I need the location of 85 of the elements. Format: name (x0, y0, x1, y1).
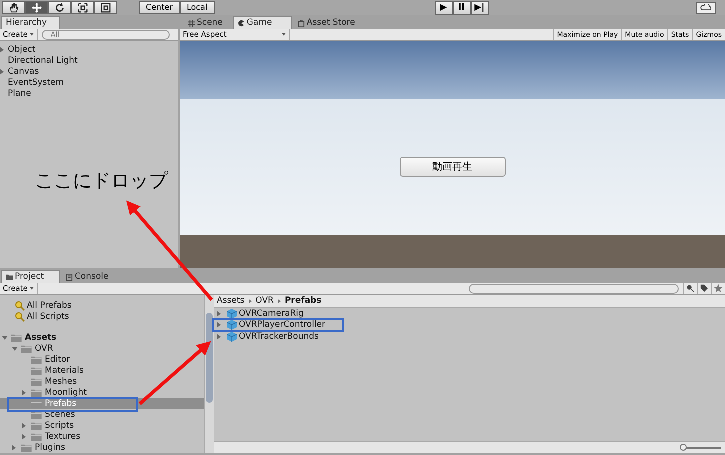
filter-icon[interactable] (683, 283, 697, 294)
folder-item[interactable]: Scenes (45, 410, 76, 420)
expand-arrow-icon[interactable] (22, 434, 26, 440)
play-video-button[interactable]: 動画再生 (400, 157, 506, 177)
breadcrumb-item[interactable]: OVR (256, 296, 274, 306)
expand-arrow-icon[interactable] (2, 336, 8, 340)
tool-button[interactable] (94, 1, 117, 14)
rotate-icon (54, 2, 64, 12)
hierarchy-item[interactable]: Plane (8, 88, 32, 98)
pacman-icon (238, 20, 245, 26)
breadcrumb-item[interactable]: Prefabs (284, 296, 322, 306)
hierarchy-tab[interactable]: Hierarchy (1, 16, 60, 29)
console-icon (66, 274, 73, 280)
folder-item[interactable]: Moonlight (45, 388, 87, 398)
folder-item[interactable]: Textures (45, 432, 81, 442)
hierarchy-item[interactable]: Canvas (8, 66, 40, 76)
tag-icon[interactable] (697, 283, 711, 294)
bag-icon (298, 20, 305, 26)
folder-item[interactable]: Materials (45, 366, 84, 376)
expand-arrow-icon[interactable] (22, 422, 26, 428)
hierarchy-item[interactable]: Directional Light (8, 56, 78, 66)
search-icon (15, 300, 25, 310)
view-tab[interactable]: Game (232, 16, 292, 29)
cube-icon (227, 332, 237, 342)
cloud-button[interactable] (696, 2, 716, 14)
playback-button[interactable]: ▶| (470, 0, 489, 14)
view-tab[interactable]: Scene (184, 17, 231, 29)
callout-text: ここにドロップ (35, 169, 168, 194)
pivot-button[interactable]: Center (139, 1, 180, 14)
folder-icon (31, 422, 42, 430)
tool-button[interactable] (71, 1, 94, 14)
folder-icon (31, 410, 42, 418)
prefab-item[interactable]: OVRPlayerController (239, 320, 326, 330)
folder-icon (11, 334, 22, 342)
caret-icon (30, 33, 34, 36)
folder-icon (21, 344, 32, 352)
tool-button[interactable] (2, 1, 25, 14)
scale-icon (78, 2, 88, 12)
pivot-button[interactable]: Local (180, 1, 215, 14)
expand-arrow-icon[interactable] (22, 390, 26, 396)
expand-arrow-icon[interactable] (12, 444, 16, 450)
folder-item[interactable]: Editor (45, 354, 70, 364)
panel-tab[interactable]: Console (62, 271, 117, 283)
folder-item[interactable]: Scripts (45, 420, 74, 430)
hand-icon (8, 2, 18, 12)
caret-icon (282, 33, 286, 36)
folder-item[interactable]: Meshes (45, 376, 78, 386)
caret-icon (30, 287, 34, 290)
folder-icon (6, 274, 13, 280)
folder-item[interactable]: Plugins (35, 442, 66, 452)
folder-icon (31, 356, 42, 364)
cube-icon (227, 320, 237, 330)
breadcrumb-arrow-icon (248, 298, 252, 304)
folder-icon (31, 388, 42, 396)
favorite-item[interactable]: All Scripts (27, 312, 70, 322)
folder-item[interactable]: OVR (35, 344, 54, 354)
folder-icon (31, 378, 42, 386)
folder-icon (31, 432, 42, 440)
breadcrumb-arrow-icon (278, 298, 281, 304)
tool-button[interactable] (48, 1, 71, 14)
expand-arrow-icon[interactable] (12, 346, 18, 350)
folder-icon (31, 366, 42, 374)
cube-icon (227, 308, 237, 319)
hierarchy-item[interactable]: Object (8, 44, 36, 54)
prefab-item[interactable]: OVRTrackerBounds (239, 332, 319, 342)
panel-tab[interactable]: Project (1, 270, 60, 283)
rect-icon (100, 2, 110, 12)
cloud-icon (700, 4, 712, 11)
expand-arrow-icon[interactable] (0, 46, 4, 52)
breadcrumb-item[interactable]: Assets (217, 296, 245, 306)
hierarchy-item[interactable]: EventSystem (8, 78, 64, 88)
playback-button[interactable]: II (452, 0, 471, 14)
star-icon[interactable] (711, 283, 725, 294)
tool-button[interactable] (25, 1, 48, 14)
playback-button[interactable]: ▶ (434, 0, 453, 14)
search-icon (15, 312, 25, 322)
grid-icon (188, 20, 195, 26)
favorite-item[interactable]: All Prefabs (27, 300, 72, 310)
folder-item[interactable]: Assets (25, 332, 57, 342)
prefab-item[interactable]: OVRCameraRig (239, 308, 304, 319)
cross-arrows-icon (32, 2, 42, 12)
view-tab[interactable]: Asset Store (294, 17, 364, 29)
search-field[interactable] (469, 284, 679, 294)
expand-arrow-icon[interactable] (0, 68, 4, 74)
scrollbar[interactable] (204, 295, 214, 453)
